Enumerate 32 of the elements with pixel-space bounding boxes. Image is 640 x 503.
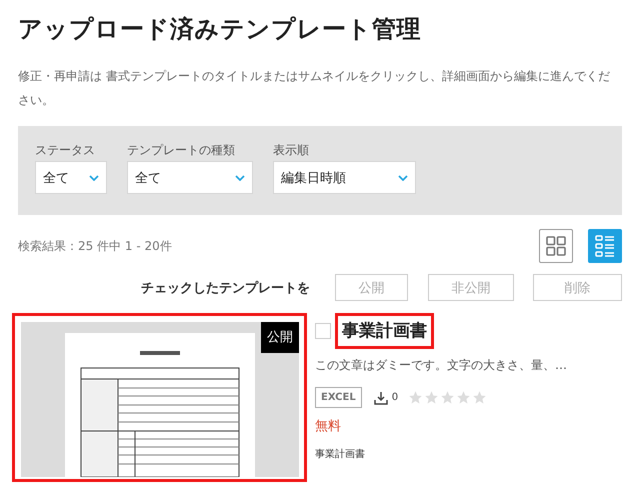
result-count: 検索結果：25 件中 1 - 20件	[18, 238, 172, 254]
grid-view-button[interactable]	[539, 229, 573, 263]
download-count: 0	[392, 392, 398, 403]
list-icon	[595, 235, 615, 257]
template-thumbnail[interactable]: 公開	[21, 322, 299, 477]
star-icon	[408, 390, 424, 405]
chevron-icon	[398, 174, 408, 180]
checkbox[interactable]	[315, 323, 331, 339]
price-label: 無料	[315, 418, 341, 435]
chevron-icon	[89, 174, 99, 180]
bulk-action-label: チェックしたテンプレートを	[141, 280, 310, 296]
star-icon	[472, 390, 488, 405]
format-tag: EXCEL	[315, 387, 362, 408]
chevron-icon	[235, 174, 245, 180]
star-icon	[440, 390, 456, 405]
filter-label: ステータス	[35, 142, 96, 158]
star-icon	[424, 390, 440, 405]
filter-select[interactable]: 全て	[127, 161, 253, 194]
filter-label: テンプレートの種類	[127, 142, 236, 158]
filter-select[interactable]: 編集日時順	[273, 161, 416, 194]
template-title-link[interactable]: 事業計画書	[335, 313, 434, 349]
category-label: 事業計画書	[315, 448, 365, 461]
intro-text: 修正・再申請は 書式テンプレートのタイトルまたはサムネイルをクリックし、詳細画面から編集に進んでください。	[18, 68, 611, 109]
template-description: この文章はダミーです。文字の大きさ、量、…	[315, 357, 567, 373]
filter-label: 表示順	[273, 142, 310, 158]
list-view-button[interactable]	[588, 229, 622, 263]
star-icon	[456, 390, 472, 405]
page-title: アップロード済みテンプレート管理	[18, 14, 422, 45]
grid-icon	[546, 236, 566, 256]
download-icon	[374, 390, 388, 404]
filter-select[interactable]: 全て	[35, 161, 107, 194]
status-badge: 公開	[261, 322, 299, 353]
